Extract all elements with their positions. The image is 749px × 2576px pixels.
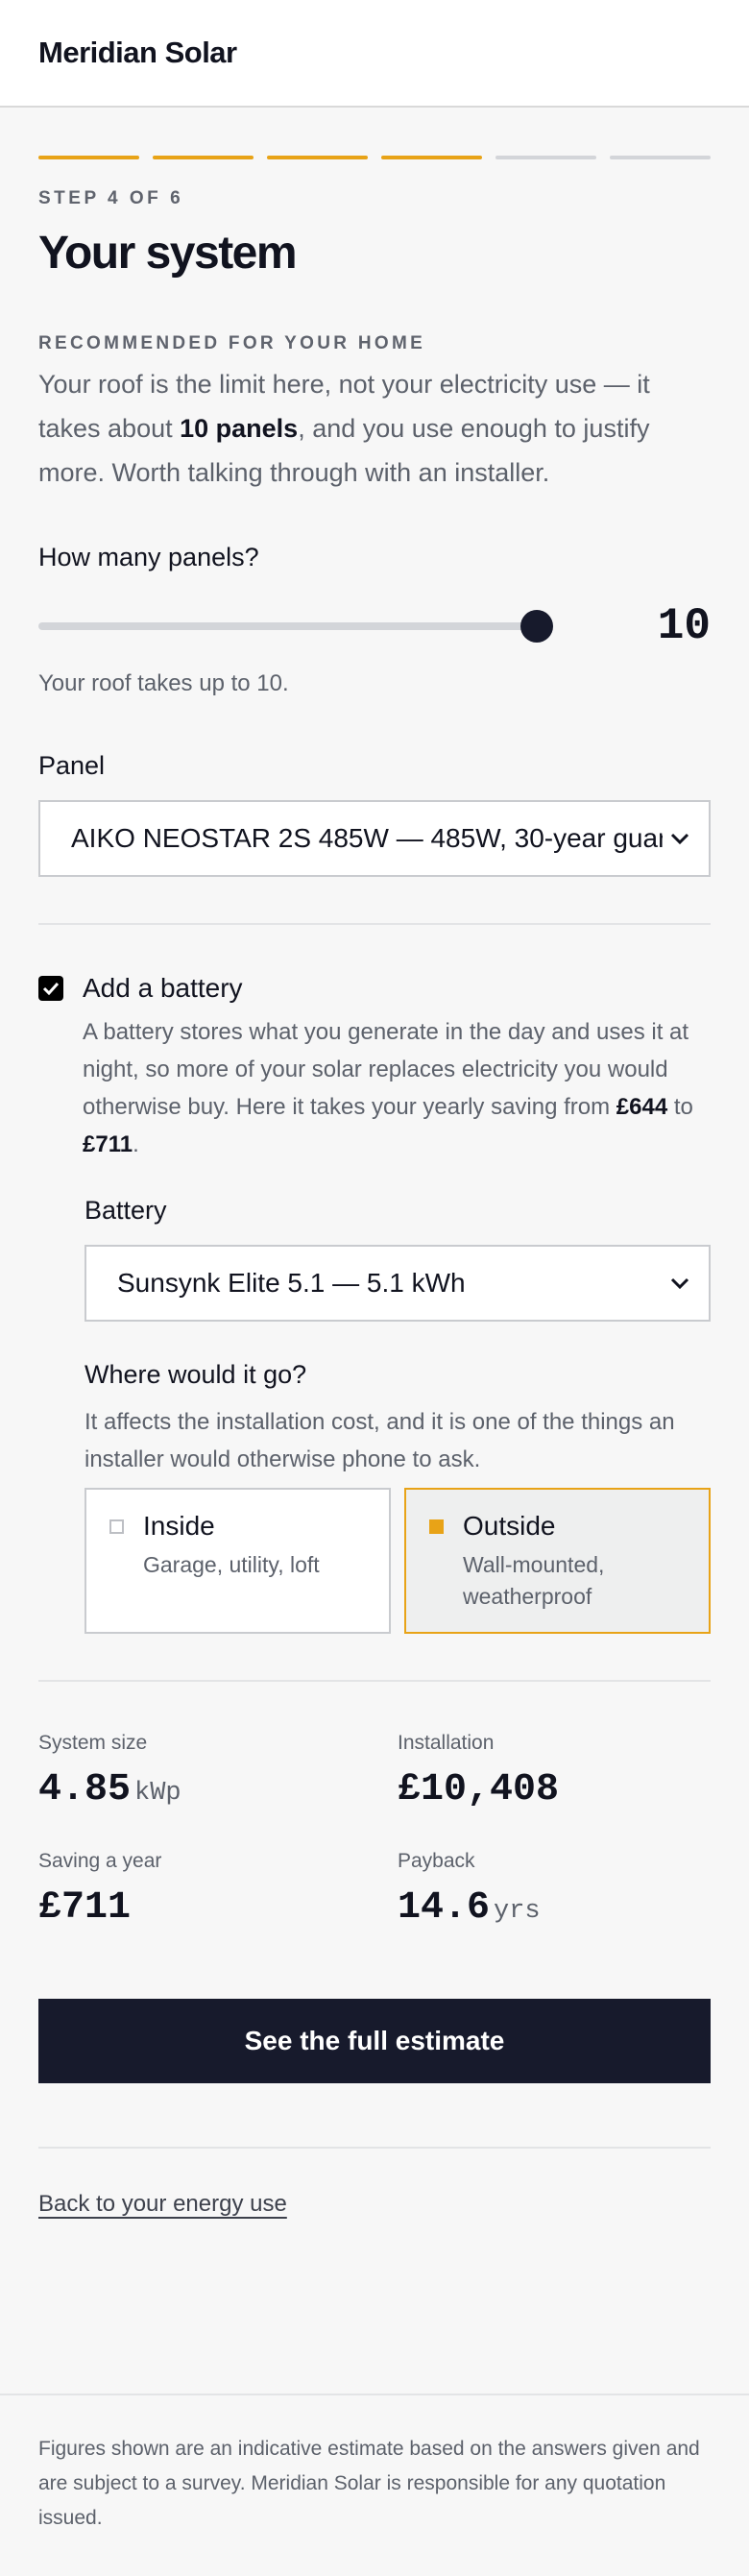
recommended-panels: 10 panels <box>180 413 299 443</box>
battery-body: Add a battery A battery stores what you … <box>83 973 711 1163</box>
battery-description: A battery stores what you generate in th… <box>83 1018 693 1157</box>
progress-segment <box>381 156 482 159</box>
estimate-summary: System size 4.85 kWp Installation £10,408… <box>38 1732 711 1930</box>
site-header: Meridian Solar <box>0 0 749 108</box>
saving-to: £711 <box>83 1130 133 1157</box>
stat-value: £711 <box>38 1885 132 1930</box>
stat-payback: Payback 14.6 yrs <box>398 1849 541 1930</box>
section-divider <box>38 2146 711 2149</box>
saving-from: £644 <box>616 1093 668 1120</box>
panels-label: How many panels? <box>38 542 259 571</box>
panels-slider-track[interactable] <box>38 609 553 643</box>
battery-checkbox[interactable] <box>38 975 63 1001</box>
recommendation-label: RECOMMENDED FOR YOUR HOME <box>38 332 426 353</box>
battery-select-value: Sunsynk Elite 5.1 — 5.1 kWh <box>117 1267 466 1298</box>
location-name: Outside <box>463 1510 556 1541</box>
battery-title[interactable]: Add a battery <box>83 973 711 1004</box>
stat-unit: yrs <box>494 1896 541 1926</box>
section-divider <box>38 922 711 925</box>
location-options: Inside Garage, utility, loft Outside Wal… <box>85 1487 711 1634</box>
chevron-down-icon <box>670 1277 689 1289</box>
stat-value: 4.85 <box>38 1767 132 1811</box>
main-content: STEP 4 OF 6 Your system RECOMMENDED FOR … <box>0 156 749 2218</box>
progress-segment <box>267 156 368 159</box>
panels-slider-value: 10 <box>657 600 711 651</box>
check-icon <box>42 982 60 995</box>
footer-disclaimer: Figures shown are an indicative estimate… <box>38 2438 700 2529</box>
progress-segment <box>610 156 711 159</box>
radio-marker <box>429 1519 444 1534</box>
stat-value: 14.6 <box>398 1885 491 1930</box>
battery-option: Add a battery A battery stores what you … <box>38 973 711 1163</box>
recommendation-text: Your roof is the limit here, not your el… <box>38 369 650 487</box>
radio-marker <box>109 1519 124 1534</box>
see-full-estimate-button[interactable]: See the full estimate <box>38 1998 711 2083</box>
progress-bar <box>38 156 711 159</box>
stat-value: £10,408 <box>398 1767 560 1811</box>
site-footer: Figures shown are an indicative estimate… <box>0 2394 749 2576</box>
section-divider <box>38 1679 711 1682</box>
stat-installation: Installation £10,408 <box>398 1732 711 1811</box>
brand-logo[interactable]: Meridian Solar <box>38 36 237 70</box>
location-description: It affects the installation cost, and it… <box>85 1408 675 1472</box>
stat-unit: kWp <box>134 1778 181 1808</box>
back-link[interactable]: Back to your energy use <box>38 2191 287 2218</box>
chevron-down-icon <box>670 833 689 844</box>
battery-details: Battery Sunsynk Elite 5.1 — 5.1 kWh Wher… <box>85 1196 711 1634</box>
location-option-outside[interactable]: Outside Wall-mounted, weatherproof <box>404 1487 711 1634</box>
page-title: Your system <box>38 228 298 279</box>
battery-select-label: Battery <box>85 1195 167 1225</box>
stat-system-size: System size 4.85 kWp <box>38 1731 181 1811</box>
location-name: Inside <box>143 1510 215 1541</box>
roof-limit-note: Your roof takes up to 10. <box>38 669 289 696</box>
step-indicator: STEP 4 OF 6 <box>38 188 184 208</box>
stat-saving: Saving a year £711 <box>38 1850 398 1930</box>
location-desc: Garage, utility, loft <box>143 1551 320 1577</box>
location-option-inside[interactable]: Inside Garage, utility, loft <box>85 1487 391 1634</box>
progress-segment <box>153 156 254 159</box>
location-label: Where would it go? <box>85 1359 307 1389</box>
battery-select[interactable]: Sunsynk Elite 5.1 — 5.1 kWh <box>85 1244 711 1322</box>
progress-segment <box>38 156 139 159</box>
panel-select[interactable]: AIKO NEOSTAR 2S 485W — 485W, 30-year gua… <box>38 799 711 877</box>
panels-slider-thumb[interactable] <box>520 609 553 643</box>
progress-segment <box>495 156 596 159</box>
panels-slider-row: 10 <box>38 599 711 653</box>
location-desc: Wall-mounted, weatherproof <box>463 1551 605 1609</box>
panel-select-value: AIKO NEOSTAR 2S 485W — 485W, 30-year gua… <box>71 822 663 853</box>
panel-select-label: Panel <box>38 750 106 780</box>
